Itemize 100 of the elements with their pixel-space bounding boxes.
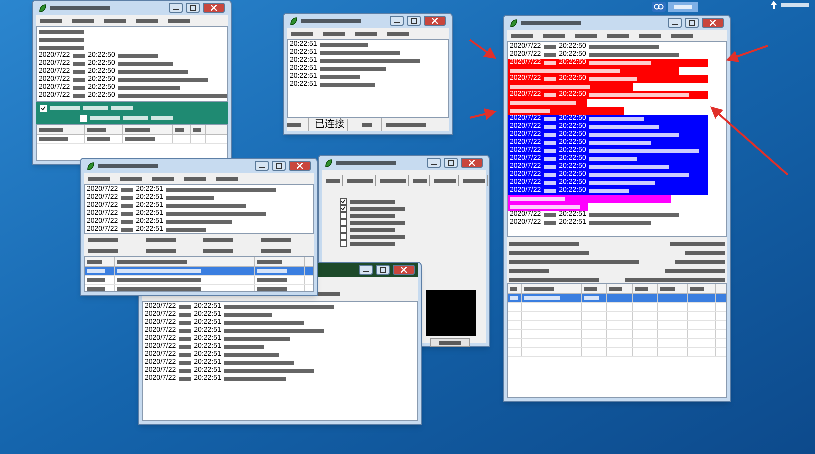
blurred-text-drawing — [72, 18, 94, 22]
blurred-text-drawing — [544, 61, 556, 65]
checkbox[interactable] — [340, 233, 347, 240]
leaf-icon — [290, 16, 298, 26]
blurred-text-drawing — [179, 353, 192, 357]
menu-item[interactable] — [575, 31, 597, 40]
column-header[interactable] — [173, 125, 191, 134]
blurred-text-drawing — [589, 157, 638, 161]
minimize-button[interactable] — [169, 3, 183, 13]
blurred-text-drawing — [355, 32, 377, 36]
column-header[interactable] — [582, 284, 607, 293]
close-button[interactable] — [393, 265, 415, 275]
menu-item[interactable] — [168, 16, 190, 25]
column-header[interactable] — [85, 257, 115, 266]
blurred-text-drawing — [151, 116, 173, 120]
table-row[interactable] — [508, 294, 726, 303]
cloud-icon — [652, 2, 666, 12]
checkbox[interactable] — [340, 198, 347, 205]
menu-item[interactable] — [291, 29, 313, 38]
blurred-text-drawing — [660, 286, 675, 290]
checkbox[interactable] — [40, 104, 47, 112]
menu-item[interactable] — [323, 29, 345, 38]
blurred-text-drawing — [73, 54, 86, 58]
menu-item[interactable] — [104, 16, 126, 25]
checkbox[interactable] — [340, 212, 347, 219]
column-header[interactable] — [255, 257, 305, 266]
minimize-button[interactable] — [668, 18, 682, 28]
checkbox[interactable] — [340, 240, 347, 247]
menu-item[interactable] — [152, 174, 174, 183]
blurred-text-drawing — [166, 196, 214, 200]
minimize-button[interactable] — [427, 158, 441, 168]
menu-item[interactable] — [120, 174, 142, 183]
column-header[interactable] — [688, 284, 716, 293]
column-header[interactable] — [658, 284, 688, 293]
blurred-text-drawing — [350, 228, 395, 232]
blurred-text-drawing — [179, 313, 192, 317]
checkbox[interactable] — [340, 226, 347, 233]
column-header[interactable] — [123, 125, 173, 134]
leaf-icon — [325, 158, 333, 168]
menu-item[interactable] — [639, 31, 661, 40]
table-row[interactable] — [85, 276, 313, 285]
close-button[interactable] — [203, 3, 225, 13]
maximize-button[interactable] — [186, 3, 200, 13]
maximize-button[interactable] — [407, 16, 421, 26]
annotation-arrow — [470, 108, 497, 120]
close-icon — [401, 267, 407, 273]
column-header[interactable] — [633, 284, 658, 293]
blurred-text-drawing — [589, 77, 638, 81]
blurred-text-drawing — [121, 188, 134, 192]
minimize-button[interactable] — [390, 16, 404, 26]
table-row[interactable] — [37, 135, 227, 144]
maximize-button[interactable] — [376, 265, 390, 275]
blurred-text-drawing — [291, 32, 313, 36]
menu-item[interactable] — [136, 16, 158, 25]
maximize-button[interactable] — [685, 18, 699, 28]
column-header[interactable] — [522, 284, 582, 293]
close-button[interactable] — [461, 158, 483, 168]
column-header[interactable] — [508, 284, 522, 293]
menu-item[interactable] — [387, 29, 409, 38]
blurred-text-drawing — [224, 337, 290, 341]
maximize-icon — [276, 163, 282, 169]
blurred-text-drawing — [350, 242, 395, 246]
menu-item[interactable] — [184, 174, 206, 183]
column-header[interactable] — [37, 125, 85, 134]
blurred-text-drawing — [690, 286, 704, 290]
column-header[interactable] — [191, 125, 206, 134]
column-header[interactable] — [115, 257, 255, 266]
blurred-text-drawing — [260, 238, 290, 242]
minimize-button[interactable] — [359, 265, 373, 275]
menu-item[interactable] — [511, 31, 533, 40]
blurred-text-drawing — [87, 269, 105, 273]
close-icon — [297, 163, 303, 169]
menu-item[interactable] — [543, 31, 565, 40]
checkbox[interactable] — [340, 205, 347, 212]
small-button[interactable] — [430, 338, 470, 347]
menu-item[interactable] — [671, 31, 693, 40]
blurred-text-drawing — [146, 238, 176, 242]
minimize-button[interactable] — [255, 161, 269, 171]
blurred-text-drawing — [39, 128, 63, 132]
blurred-text-drawing — [203, 248, 233, 252]
blurred-text-drawing — [510, 109, 550, 113]
close-button[interactable] — [289, 161, 311, 171]
close-button[interactable] — [424, 16, 446, 26]
annotation-arrow — [726, 45, 768, 62]
menu-item[interactable] — [72, 16, 94, 25]
column-header[interactable] — [85, 125, 123, 134]
table-row[interactable] — [85, 267, 313, 276]
maximize-button[interactable] — [444, 158, 458, 168]
blurred-text-drawing — [350, 220, 405, 224]
menu-item[interactable] — [216, 174, 238, 183]
menu-item[interactable] — [355, 29, 377, 38]
blurred-text-drawing — [544, 165, 556, 169]
menu-item[interactable] — [88, 174, 110, 183]
checkbox[interactable] — [340, 219, 347, 226]
menu-item[interactable] — [607, 31, 629, 40]
close-button[interactable] — [702, 18, 724, 28]
menu-item[interactable] — [40, 16, 62, 25]
maximize-button[interactable] — [272, 161, 286, 171]
column-header[interactable] — [607, 284, 633, 293]
blurred-text-drawing — [88, 238, 118, 242]
